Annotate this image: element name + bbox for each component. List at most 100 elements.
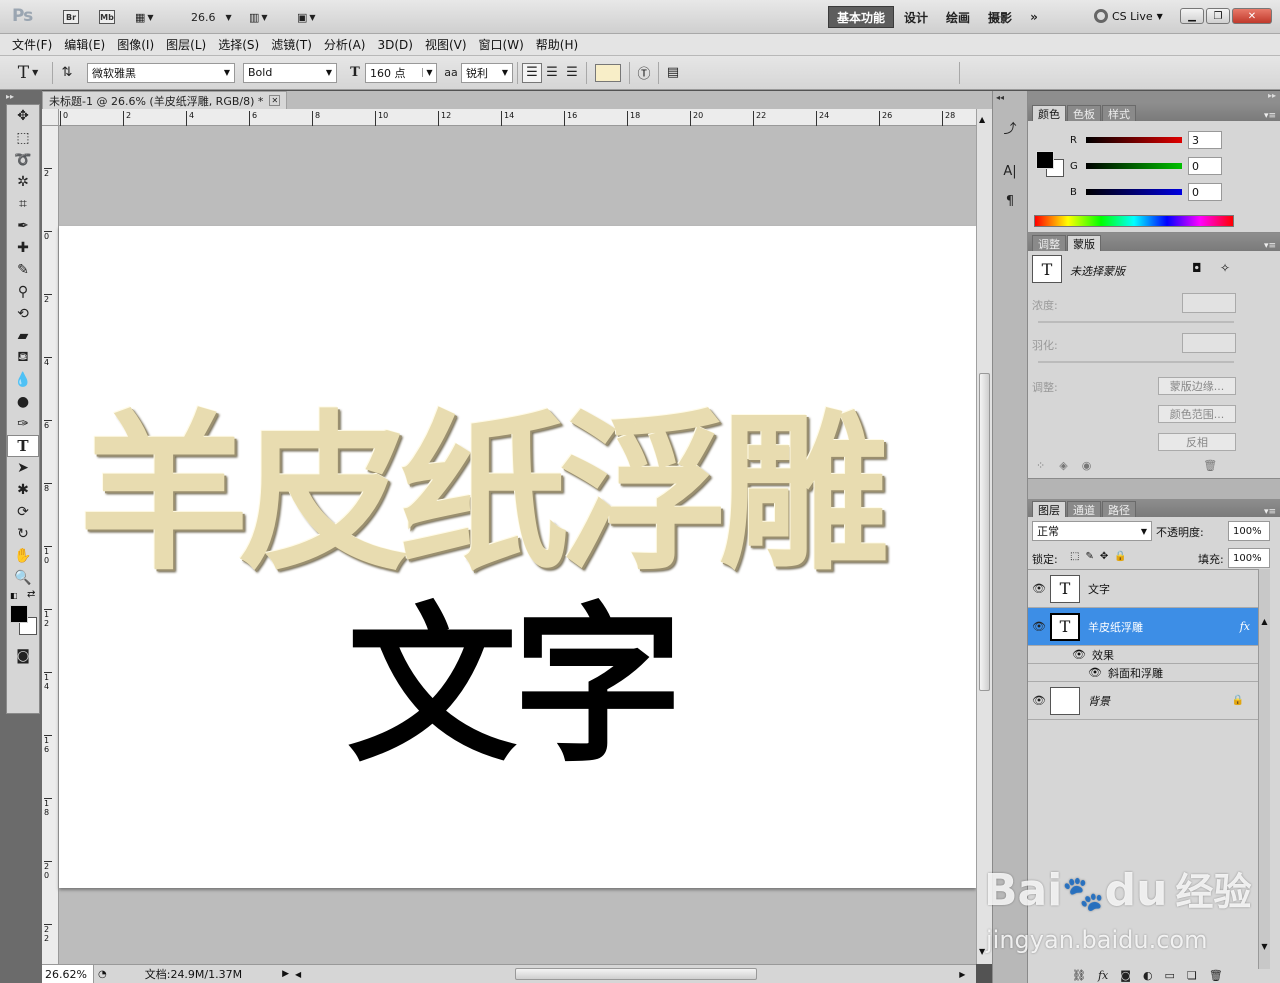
new-layer-icon[interactable]: ❏ xyxy=(1187,969,1197,982)
restore-button[interactable]: ❐ xyxy=(1206,8,1230,24)
add-pixel-mask-icon[interactable]: ◘ xyxy=(1192,261,1202,275)
view-extras-button[interactable]: ▦ ▼ xyxy=(130,6,159,28)
menu-filter[interactable]: 滤镜(T) xyxy=(265,36,318,53)
bevel-emboss-effect-row[interactable]: 👁 斜面和浮雕 xyxy=(1028,664,1258,682)
panel-menu-icon[interactable]: ▾≡ xyxy=(1264,241,1276,251)
scroll-right-icon[interactable]: ▶ xyxy=(959,970,965,979)
text-color-swatch[interactable] xyxy=(595,63,621,82)
tab-color[interactable]: 颜色 xyxy=(1032,105,1066,121)
tab-layers[interactable]: 图层 xyxy=(1032,501,1066,517)
tab-masks[interactable]: 蒙版 xyxy=(1067,235,1101,251)
move-tool[interactable]: ✥ xyxy=(7,105,39,127)
menu-window[interactable]: 窗口(W) xyxy=(473,36,530,53)
panels-collapse-bar[interactable]: ▸▸ xyxy=(1028,91,1280,103)
quick-select-tool[interactable]: ✲ xyxy=(7,171,39,193)
opacity-field[interactable]: 100% xyxy=(1228,521,1270,541)
toggle-text-orientation-button[interactable]: ⇅ xyxy=(57,63,77,83)
eyedropper-tool[interactable]: ✒ xyxy=(7,215,39,237)
tab-channels[interactable]: 通道 xyxy=(1067,501,1101,517)
load-selection-icon[interactable]: ⁘ xyxy=(1036,459,1045,472)
apply-mask-icon[interactable]: ◈ xyxy=(1059,459,1067,472)
add-mask-icon[interactable]: ◙ xyxy=(1120,969,1131,982)
path-selection-tool[interactable]: ➤ xyxy=(7,457,39,479)
clone-stamp-tool[interactable]: ⚲ xyxy=(7,281,39,303)
collapse-toolbox-icon[interactable]: ▸▸ xyxy=(6,92,14,101)
fill-field[interactable]: 100% xyxy=(1228,548,1270,568)
blend-mode-select[interactable]: 正常 ▼ xyxy=(1032,521,1152,541)
menu-analysis[interactable]: 分析(A) xyxy=(318,36,372,53)
panel-menu-icon[interactable]: ▾≡ xyxy=(1264,111,1276,121)
align-center-button[interactable]: ☰ xyxy=(542,63,562,83)
slider-b[interactable]: B 0 xyxy=(1070,179,1222,205)
quick-mask-button[interactable]: ◙ xyxy=(7,645,39,667)
layer-row-background[interactable]: 👁 背景 🔒 xyxy=(1028,682,1258,720)
warp-text-button[interactable]: Ⓣ xyxy=(634,63,654,83)
horizontal-scroll-thumb[interactable] xyxy=(515,968,758,980)
status-menu-icon[interactable]: ◔ xyxy=(98,969,107,980)
menu-help[interactable]: 帮助(H) xyxy=(530,36,584,53)
tool-preset-picker[interactable]: T ▼ xyxy=(8,63,48,83)
invert-button[interactable]: 反相 xyxy=(1158,433,1236,451)
zoom-tool[interactable]: 🔍 xyxy=(7,567,39,589)
paint-bucket-tool[interactable]: ⛾ xyxy=(7,347,39,369)
shape-tool[interactable]: ✱ xyxy=(7,479,39,501)
3d-rotate-tool[interactable]: ⟳ xyxy=(7,501,39,523)
collapse-strip-icon[interactable]: ◂◂ xyxy=(996,93,1004,102)
align-left-button[interactable]: ☰ xyxy=(522,62,542,83)
arrange-documents-button[interactable]: ▥ ▼ xyxy=(244,6,273,28)
menu-edit[interactable]: 编辑(E) xyxy=(58,36,111,53)
density-slider[interactable] xyxy=(1038,321,1234,323)
feather-field[interactable] xyxy=(1182,333,1236,353)
3d-orbit-tool[interactable]: ↻ xyxy=(7,523,39,545)
delete-mask-icon[interactable]: 🗑 xyxy=(1203,459,1217,472)
lock-transparency-icon[interactable]: ⬚ xyxy=(1070,551,1079,562)
layers-scrollbar[interactable]: ▲ ▼ xyxy=(1258,569,1270,969)
color-range-button[interactable]: 颜色范围... xyxy=(1158,405,1236,423)
menu-select[interactable]: 选择(S) xyxy=(212,36,265,53)
adjustment-layer-icon[interactable]: ◐ xyxy=(1143,969,1153,982)
workspace-photography[interactable]: 摄影 xyxy=(980,6,1020,28)
zoom-level-select[interactable]: 26.6 ▼ xyxy=(186,6,237,28)
healing-brush-tool[interactable]: ✚ xyxy=(7,237,39,259)
document-tab[interactable]: 未标题-1 @ 26.6% (羊皮纸浮雕, RGB/8) * ✕ xyxy=(42,91,288,109)
density-field[interactable] xyxy=(1182,293,1236,313)
close-document-icon[interactable]: ✕ xyxy=(269,95,281,106)
cs-live-button[interactable]: CS Live ▼ xyxy=(1094,9,1163,23)
workspace-more-button[interactable]: » xyxy=(1022,6,1046,28)
mini-bridge-button[interactable]: Mb xyxy=(94,6,120,28)
screen-mode-button[interactable]: ▣ ▼ xyxy=(292,6,321,28)
add-layer-style-icon[interactable]: fx xyxy=(1098,969,1108,982)
character-panel-button[interactable]: ▤ xyxy=(663,63,683,83)
r-value-field[interactable]: 3 xyxy=(1188,131,1222,149)
r-gradient[interactable] xyxy=(1086,137,1182,143)
new-group-icon[interactable]: ▭ xyxy=(1165,969,1175,982)
delete-layer-icon[interactable]: 🗑 xyxy=(1209,969,1223,982)
font-size-select[interactable]: 160 点 ▼ xyxy=(365,62,437,83)
marquee-tool[interactable]: ⬚ xyxy=(7,127,39,149)
default-colors-icon[interactable]: ◧ xyxy=(10,591,18,600)
layer-row-parchment-selected[interactable]: 👁 T 羊皮纸浮雕 fx xyxy=(1028,608,1258,646)
eraser-tool[interactable]: ▰ xyxy=(7,325,39,347)
add-vector-mask-icon[interactable]: ✧ xyxy=(1220,261,1230,275)
swap-colors-icon[interactable]: ⇄ xyxy=(27,589,35,600)
workspace-painting[interactable]: 绘画 xyxy=(938,6,978,28)
pen-tool[interactable]: ✑ xyxy=(7,413,39,435)
workspace-design[interactable]: 设计 xyxy=(896,6,936,28)
color-panel-foreground-swatch[interactable] xyxy=(1036,151,1054,169)
lock-all-icon[interactable]: 🔒 xyxy=(1114,551,1126,562)
foreground-color-swatch[interactable] xyxy=(10,605,28,623)
history-panel-button[interactable]: ⤴ xyxy=(1000,117,1020,137)
paragraph-panel-button[interactable]: ¶ xyxy=(1000,191,1020,211)
g-value-field[interactable]: 0 xyxy=(1188,157,1222,175)
brush-tool[interactable]: ✎ xyxy=(7,259,39,281)
layer-row-text[interactable]: 👁 T 文字 xyxy=(1028,570,1258,608)
type-tool[interactable]: T xyxy=(7,435,39,457)
visibility-eye-icon[interactable]: 👁 xyxy=(1028,582,1050,595)
dodge-tool[interactable]: ● xyxy=(7,391,39,413)
history-brush-tool[interactable]: ⟲ xyxy=(7,303,39,325)
link-layers-icon[interactable]: ⛓ xyxy=(1072,969,1086,982)
scroll-up-icon[interactable]: ▲ xyxy=(1259,617,1270,626)
color-spectrum-bar[interactable] xyxy=(1034,215,1234,227)
canvas[interactable]: 羊皮纸浮雕 文字 xyxy=(59,226,976,888)
g-gradient[interactable] xyxy=(1086,163,1182,169)
